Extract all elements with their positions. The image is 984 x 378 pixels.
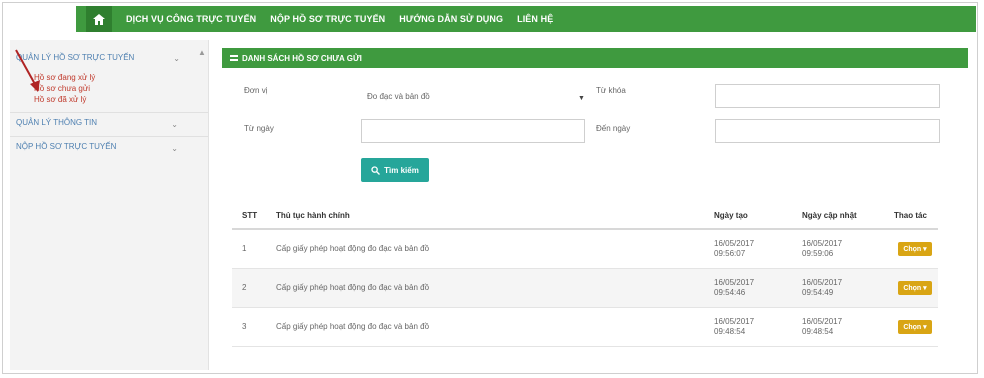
sidebar-item-da-xu-ly[interactable]: Hồ sơ đã xử lý <box>34 95 86 104</box>
ngay-cap-nhat-time: 09:48:54 <box>802 327 834 336</box>
chon-button[interactable]: Chọn ▾ <box>898 242 932 256</box>
col-ngay-cap-nhat: Ngày cập nhật <box>802 211 857 220</box>
chon-label: Chọn <box>903 284 922 292</box>
chon-button[interactable]: Chọn ▾ <box>898 320 932 334</box>
ngay-cap-nhat-time: 09:59:06 <box>802 249 834 258</box>
ngay-tao-date: 16/05/2017 <box>714 317 755 326</box>
chevron-down-icon[interactable]: ⌄ <box>173 54 180 63</box>
sidebar-group-quan-ly-thong-tin[interactable]: QUẢN LÝ THÔNG TIN <box>16 118 97 127</box>
ngay-tao-time: 09:48:54 <box>714 327 746 336</box>
don-vi-label: Đơn vị <box>244 86 268 95</box>
cell-thu-tuc: Cấp giấy phép hoạt động đo đạc và bản đồ <box>276 322 430 331</box>
ngay-cap-nhat-date: 16/05/2017 <box>802 278 843 287</box>
col-stt: STT <box>242 211 258 220</box>
table-header: STT Thủ tục hành chính Ngày tạo Ngày cập… <box>232 202 938 230</box>
search-button[interactable]: Tìm kiếm <box>361 158 429 182</box>
nav-dich-vu-cong[interactable]: DỊCH VỤ CÔNG TRỰC TUYẾN <box>126 14 256 24</box>
cell-stt: 3 <box>242 322 247 331</box>
select-caret-icon[interactable]: ▼ <box>578 95 585 102</box>
col-thu-tuc: Thủ tục hành chính <box>276 211 350 220</box>
col-thao-tac: Thao tác <box>894 211 927 220</box>
cell-ngay-cap-nhat: 16/05/2017 09:59:06 <box>802 239 842 259</box>
home-icon[interactable] <box>86 6 112 32</box>
chon-button[interactable]: Chọn ▾ <box>898 281 932 295</box>
cell-stt: 2 <box>242 283 247 292</box>
ngay-cap-nhat-time: 09:54:49 <box>802 288 834 297</box>
col-ngay-tao: Ngày tạo <box>714 211 748 220</box>
cell-thu-tuc: Cấp giấy phép hoạt động đo đạc và bản đồ <box>276 244 430 253</box>
cell-ngay-cap-nhat: 16/05/2017 09:54:49 <box>802 278 842 298</box>
nav-huong-dan[interactable]: HƯỚNG DẪN SỬ DỤNG <box>399 14 503 24</box>
tu-khoa-input[interactable] <box>715 84 940 108</box>
den-ngay-label: Đến ngày <box>596 124 631 133</box>
sidebar-group-nop-ho-so[interactable]: NỘP HỒ SƠ TRỰC TUYẾN <box>16 142 116 151</box>
search-button-label: Tìm kiếm <box>384 165 419 175</box>
list-icon <box>230 55 238 61</box>
table-row: 2 Cấp giấy phép hoạt động đo đạc và bản … <box>232 269 938 308</box>
ngay-cap-nhat-date: 16/05/2017 <box>802 317 843 326</box>
ngay-tao-date: 16/05/2017 <box>714 278 755 287</box>
ngay-tao-time: 09:54:46 <box>714 288 746 297</box>
chevron-down-icon[interactable]: ⌄ <box>171 144 178 153</box>
tu-khoa-label: Từ khóa <box>596 86 626 95</box>
sidebar-divider <box>10 112 208 113</box>
scroll-up-icon[interactable]: ▲ <box>198 48 206 57</box>
cell-ngay-tao: 16/05/2017 09:48:54 <box>714 317 754 337</box>
nav-nop-ho-so[interactable]: NỘP HỒ SƠ TRỰC TUYẾN <box>270 14 385 24</box>
search-icon <box>371 165 381 175</box>
panel-title: DANH SÁCH HỒ SƠ CHƯA GỬI <box>242 53 362 63</box>
ngay-tao-time: 09:56:07 <box>714 249 746 258</box>
ngay-tao-date: 16/05/2017 <box>714 239 755 248</box>
chon-label: Chọn <box>903 323 922 331</box>
tu-ngay-input[interactable] <box>361 119 585 143</box>
cell-ngay-tao: 16/05/2017 09:54:46 <box>714 278 754 298</box>
don-vi-selected: Đo đạc và bản đồ <box>367 92 430 101</box>
ngay-cap-nhat-date: 16/05/2017 <box>802 239 843 248</box>
nav-lien-he[interactable]: LIÊN HỆ <box>517 14 553 24</box>
red-arrow-annotation <box>15 49 40 92</box>
chon-label: Chọn <box>903 245 922 253</box>
cell-ngay-tao: 16/05/2017 09:56:07 <box>714 239 754 259</box>
top-navigation: DỊCH VỤ CÔNG TRỰC TUYẾN NỘP HỒ SƠ TRỰC T… <box>76 6 976 32</box>
table-row: 3 Cấp giấy phép hoạt động đo đạc và bản … <box>232 308 938 347</box>
panel-header: DANH SÁCH HỒ SƠ CHƯA GỬI <box>222 48 968 68</box>
table-row: 1 Cấp giấy phép hoạt động đo đạc và bản … <box>232 230 938 269</box>
cell-ngay-cap-nhat: 16/05/2017 09:48:54 <box>802 317 842 337</box>
cell-stt: 1 <box>242 244 247 253</box>
tu-ngay-label: Từ ngày <box>244 124 274 133</box>
cell-thu-tuc: Cấp giấy phép hoạt động đo đạc và bản đồ <box>276 283 430 292</box>
den-ngay-input[interactable] <box>715 119 940 143</box>
don-vi-select[interactable]: Đo đạc và bản đồ <box>361 86 585 110</box>
chevron-down-icon[interactable]: ⌄ <box>171 120 178 129</box>
sidebar-divider <box>10 136 208 137</box>
